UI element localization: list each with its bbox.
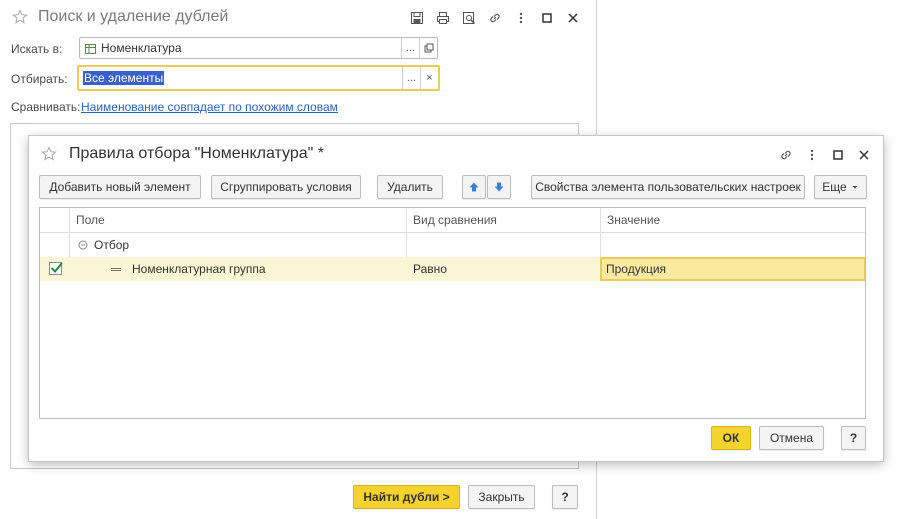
main-titlebar: Поиск и удаление дублей <box>0 0 596 36</box>
find-duplicates-button[interactable]: Найти дубли > <box>353 485 460 509</box>
grid-header: Поле Вид сравнения Значение <box>40 208 865 233</box>
group-conditions-button[interactable]: Сгруппировать условия <box>211 175 361 199</box>
main-window-title: Поиск и удаление дублей <box>38 8 229 25</box>
search-in-label: Искать в: <box>11 42 63 56</box>
maximize-icon[interactable] <box>825 145 851 165</box>
choose-button[interactable]: ... <box>401 38 419 58</box>
collapse-icon[interactable] <box>78 239 88 250</box>
arrow-up-icon <box>469 182 479 192</box>
filter-rules-dialog: Правила отбора "Номенклатура" * Добавить… <box>28 135 884 462</box>
use-checkbox[interactable] <box>49 262 63 275</box>
column-header-field[interactable]: Поле <box>70 208 111 233</box>
favorite-star-icon[interactable] <box>41 146 57 162</box>
favorite-star-icon[interactable] <box>12 9 28 25</box>
main-title-actions <box>404 8 586 28</box>
cancel-button[interactable]: Отмена <box>759 426 824 450</box>
open-icon[interactable] <box>419 38 437 58</box>
element-properties-button[interactable]: Свойства элемента пользовательских настр… <box>531 175 805 199</box>
save-icon[interactable] <box>404 8 430 28</box>
column-header-comparison[interactable]: Вид сравнения <box>407 208 503 233</box>
print-icon[interactable] <box>430 8 456 28</box>
comparison-cell[interactable]: Равно <box>407 257 453 281</box>
compare-label: Сравнивать: <box>11 100 81 114</box>
move-down-button[interactable] <box>487 175 511 199</box>
choose-button[interactable]: ... <box>402 67 420 89</box>
link-icon[interactable] <box>773 145 799 165</box>
arrow-down-icon <box>494 182 504 192</box>
column-header-value[interactable]: Значение <box>601 208 666 233</box>
chevron-down-icon <box>852 186 858 189</box>
close-button[interactable]: Закрыть <box>468 485 535 509</box>
link-icon[interactable] <box>482 8 508 28</box>
more-actions-icon[interactable] <box>508 8 534 28</box>
delete-button[interactable]: Удалить <box>377 175 443 199</box>
field-cell[interactable]: Номенклатурная группа <box>126 257 272 281</box>
move-up-button[interactable] <box>462 175 486 199</box>
equals-icon <box>111 268 121 271</box>
group-row[interactable]: Отбор <box>40 233 865 257</box>
more-button[interactable]: Еще <box>814 175 867 199</box>
search-in-field[interactable]: Номенклатура ... <box>79 37 438 59</box>
preview-icon[interactable] <box>456 8 482 28</box>
group-label: Отбор <box>94 238 130 252</box>
maximize-icon[interactable] <box>534 8 560 28</box>
filter-value: Все элементы <box>83 71 165 85</box>
filter-label: Отбирать: <box>11 72 68 86</box>
ok-button[interactable]: ОК <box>711 426 751 450</box>
more-button-label: Еще <box>822 180 847 194</box>
table-icon <box>85 43 96 54</box>
add-element-button[interactable]: Добавить новый элемент <box>39 175 201 199</box>
filter-field[interactable]: Все элементы ... × <box>77 65 440 91</box>
more-actions-icon[interactable] <box>799 145 825 165</box>
close-icon[interactable] <box>851 145 877 165</box>
dialog-title-actions <box>773 145 877 165</box>
filter-grid: Поле Вид сравнения Значение Отбор Номенк… <box>39 207 866 419</box>
search-in-value: Номенклатура <box>101 41 182 55</box>
help-button[interactable]: ? <box>841 426 866 450</box>
compare-link[interactable]: Наименование совпадает по похожим словам <box>81 100 338 114</box>
clear-icon[interactable]: × <box>420 67 438 89</box>
dialog-title: Правила отбора "Номенклатура" * <box>69 145 324 162</box>
value-text: Продукция <box>606 262 667 276</box>
close-icon[interactable] <box>560 8 586 28</box>
value-cell[interactable]: Продукция <box>600 257 865 281</box>
table-row[interactable]: Номенклатурная группа Равно Продукция <box>40 257 865 281</box>
help-button[interactable]: ? <box>552 485 578 509</box>
